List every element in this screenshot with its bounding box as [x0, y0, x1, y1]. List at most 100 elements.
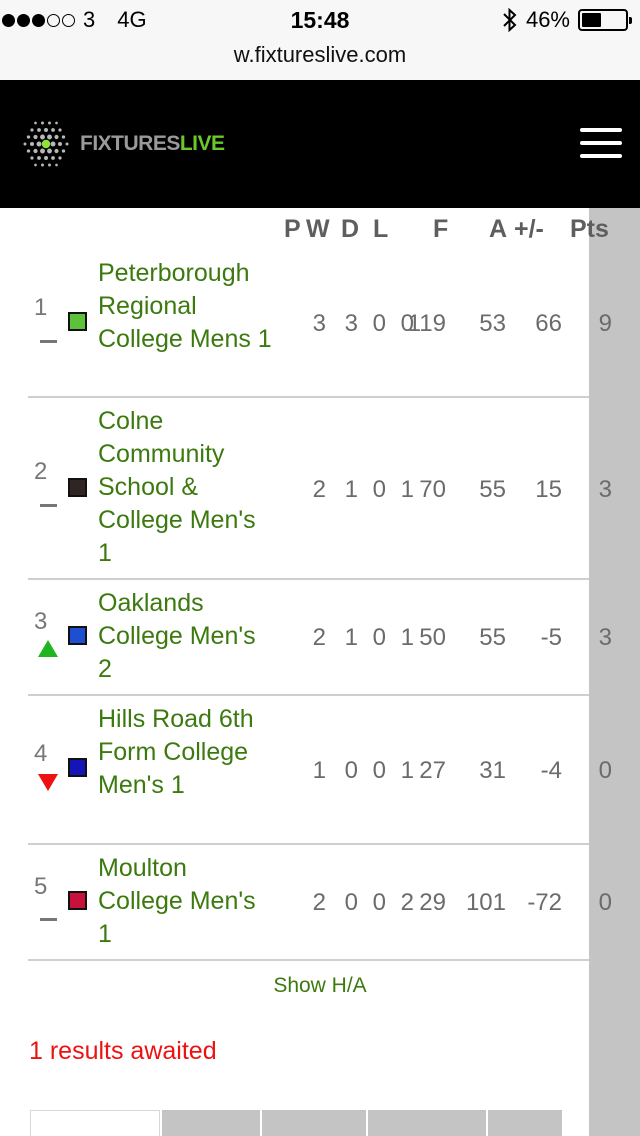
logo-dot: [30, 156, 34, 160]
menu-bar: [580, 128, 622, 132]
column-header-won: W: [306, 215, 330, 243]
tab[interactable]: [30, 1110, 160, 1136]
points: 0: [598, 889, 612, 916]
points-against: 101: [465, 889, 506, 916]
points: 3: [598, 476, 612, 503]
logo-dot: [44, 156, 48, 160]
points-against: 31: [479, 757, 506, 784]
logo-text-green: LIVE: [179, 132, 225, 155]
site-header: FIXTURESLIVE: [0, 80, 640, 208]
logo-dot: [58, 128, 62, 132]
column-header-drawn: D: [341, 215, 360, 243]
table-row[interactable]: 2 Colne Community School & College Men's…: [28, 398, 612, 580]
logo-dot: [65, 142, 69, 146]
points-difference: -72: [527, 889, 562, 916]
movement-none-icon: [40, 340, 57, 343]
team-color-swatch: [68, 626, 87, 645]
position: 4: [34, 740, 48, 767]
points-against: 55: [479, 624, 506, 651]
logo-dot: [54, 134, 59, 140]
show-home-away-link[interactable]: Show H/A: [0, 974, 640, 998]
logo-dot: [26, 135, 31, 139]
column-header-lost: L: [373, 215, 389, 243]
points-against: 55: [479, 476, 506, 503]
team-name-link[interactable]: Colne Community School & College Men's 1: [98, 405, 276, 570]
points-difference: 15: [535, 476, 562, 503]
logo-dot: [61, 149, 66, 153]
logo-dot: [30, 142, 34, 146]
status-bar: 3 4G 15:48 46%: [0, 0, 640, 40]
table-row[interactable]: 4 Hills Road 6th Form College Men's 1 1 …: [28, 696, 612, 845]
tab[interactable]: [160, 1110, 260, 1136]
column-header-against: A: [489, 215, 508, 243]
logo-dot: [40, 148, 45, 154]
table-row[interactable]: 5 Moulton College Men's 1 2 0 0 2 29 101…: [28, 845, 612, 961]
battery-fill: [582, 13, 602, 27]
team-color-swatch: [68, 891, 87, 910]
points-against: 53: [479, 310, 506, 337]
logo-dot: [33, 134, 38, 140]
movement-up-icon: [38, 640, 58, 657]
tab[interactable]: [366, 1110, 486, 1136]
tab[interactable]: [260, 1110, 366, 1136]
url-bar[interactable]: w.fixtureslive.com: [0, 40, 640, 80]
team-name-link[interactable]: Hills Road 6th Form College Men's 1: [98, 703, 276, 802]
logo-dot: [23, 142, 27, 146]
team-color-swatch: [68, 312, 87, 331]
logo-dot: [26, 149, 31, 153]
logo-dot: [33, 148, 38, 154]
position: 5: [34, 873, 48, 900]
logo-dot: [50, 141, 56, 147]
battery-percent: 46%: [525, 7, 570, 32]
logo-ball-icon: [23, 121, 69, 167]
hamburger-menu-icon[interactable]: [580, 128, 622, 158]
bluetooth-icon: [503, 8, 517, 32]
url-text[interactable]: w.fixtureslive.com: [234, 42, 406, 67]
logo-dot: [61, 135, 66, 139]
logo-dot: [41, 139, 51, 149]
logo-dot: [51, 156, 55, 160]
logo-dot: [37, 128, 41, 132]
team-name-link[interactable]: Moulton College Men's 1: [98, 852, 276, 951]
logo-dot: [54, 148, 59, 154]
menu-bar: [580, 154, 622, 158]
points-for: 27: [419, 757, 446, 784]
logo-dot: [58, 156, 62, 160]
position: 2: [34, 458, 48, 485]
logo-text-grey: FIXTURES: [80, 132, 180, 155]
results-awaited-notice: 1 results awaited: [29, 1037, 217, 1065]
column-header-points: Pts: [570, 215, 609, 243]
position: 1: [34, 294, 48, 321]
logo-dot: [44, 128, 48, 132]
logo-dot: [30, 128, 34, 132]
points-for: 29: [419, 889, 446, 916]
table-row[interactable]: 3 Oaklands College Men's 2 2 1 0 1 50 55…: [28, 580, 612, 696]
movement-none-icon: [40, 918, 57, 921]
position: 3: [34, 608, 48, 635]
table-row[interactable]: 1 Peterborough Regional College Mens 1 3…: [28, 256, 612, 398]
battery-icon: [578, 9, 632, 31]
status-bar-right: 46%: [502, 7, 632, 33]
points-difference: -5: [540, 624, 562, 651]
logo-dot: [55, 121, 58, 125]
column-header-difference: +/-: [514, 215, 544, 243]
column-header-played: P: [284, 215, 301, 243]
logo-dot: [34, 121, 37, 125]
tab[interactable]: [486, 1110, 562, 1136]
menu-bar: [580, 141, 622, 145]
logo-dot: [58, 142, 62, 146]
points-difference: -4: [540, 757, 562, 784]
logo-text: FIXTURESLIVE: [80, 132, 225, 156]
fixtureslive-logo[interactable]: FIXTURESLIVE: [18, 117, 225, 171]
points-for: 119: [407, 310, 446, 337]
team-name-link[interactable]: Peterborough Regional College Mens 1: [98, 257, 276, 356]
logo-dot: [55, 163, 58, 167]
team-name-link[interactable]: Oaklands College Men's 2: [98, 587, 276, 686]
points-for: 50: [419, 624, 446, 651]
logo-dot: [47, 148, 52, 154]
points: 3: [598, 624, 612, 651]
points: 0: [598, 757, 612, 784]
movement-down-icon: [38, 774, 58, 791]
logo-dot: [48, 163, 51, 167]
logo-dot: [48, 121, 51, 125]
